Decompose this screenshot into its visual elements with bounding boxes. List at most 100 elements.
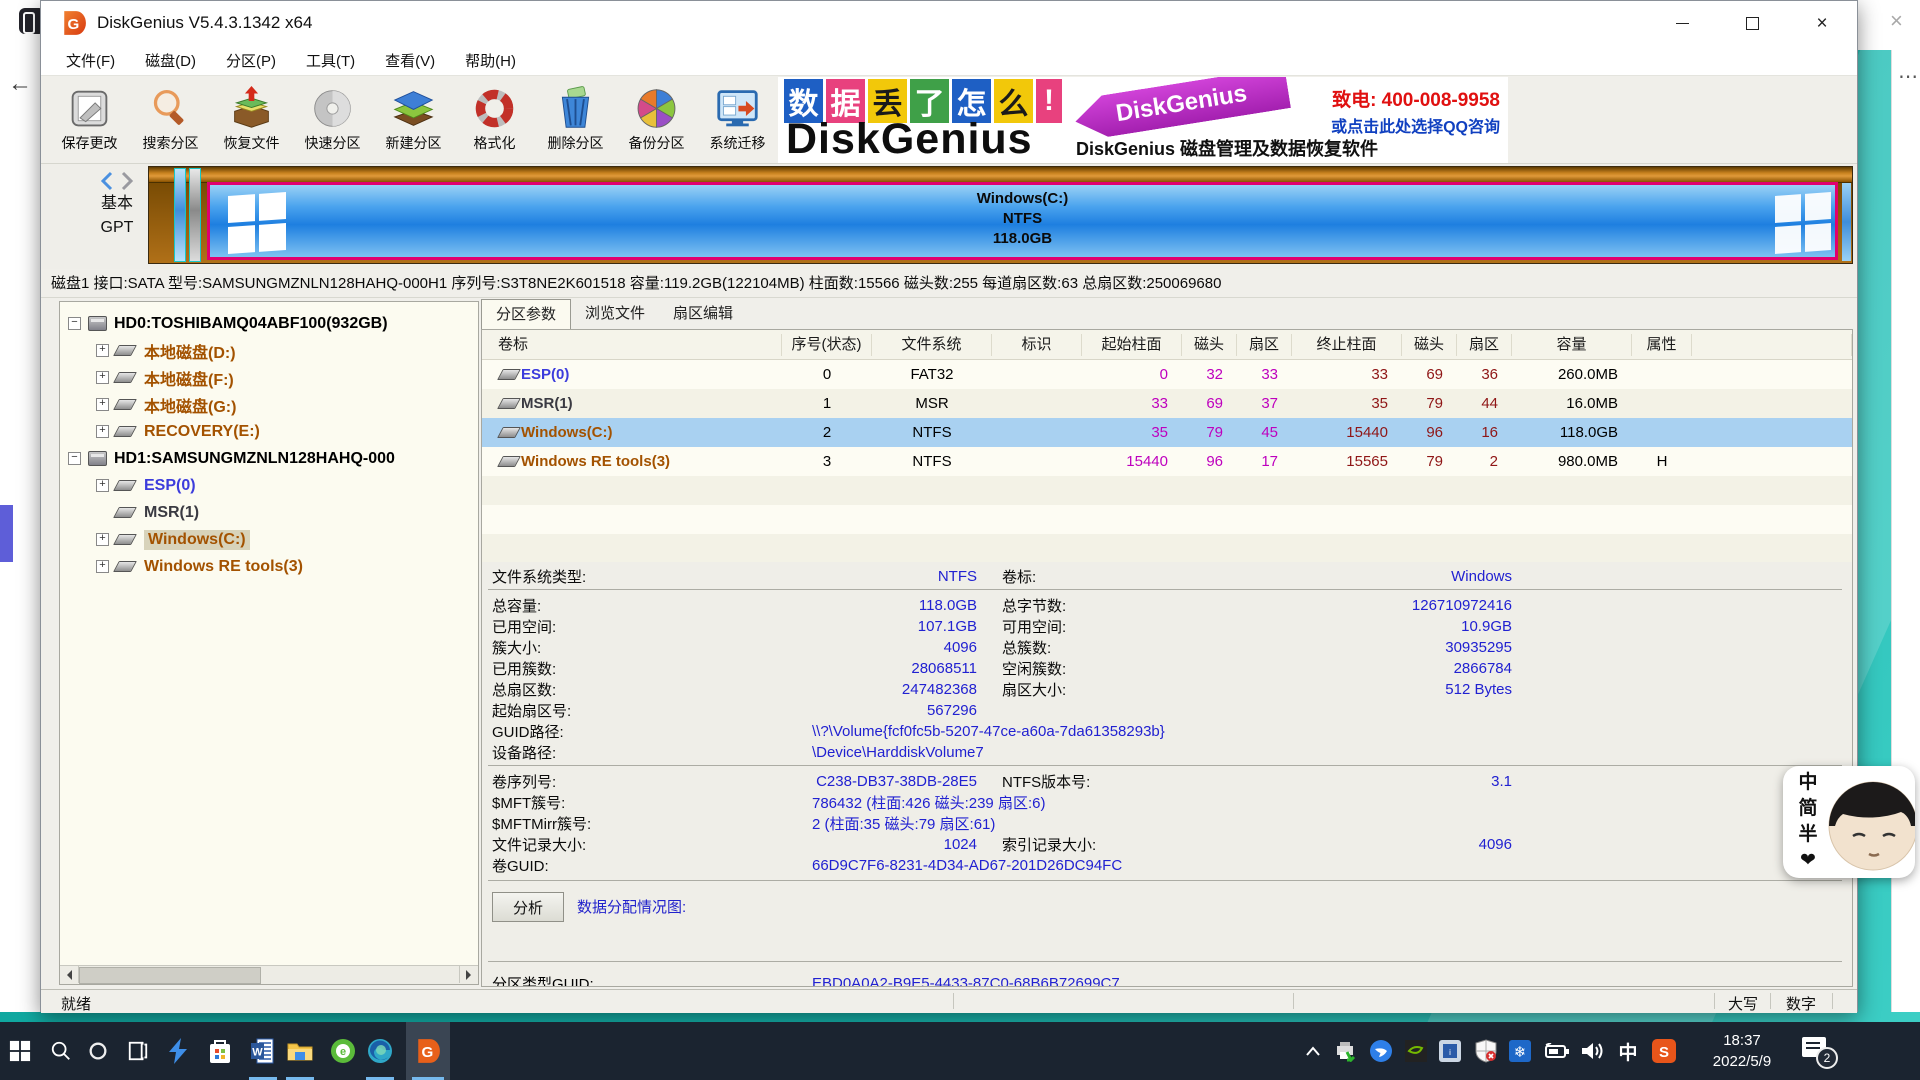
partition-icon [113,426,137,437]
table-row[interactable]: MSR(1) 1MSR 336937 357944 16.0MB [482,389,1852,418]
tray-dingtalk-button[interactable] [1365,1022,1397,1080]
esp-partition-block[interactable] [174,168,186,262]
overflow-menu-icon[interactable]: ⋯ [1898,64,1918,89]
tree-item-local-d[interactable]: 本地磁盘(D:) [60,337,478,364]
file-explorer-button[interactable] [280,1022,320,1080]
ime-status-widget[interactable]: 中 简 半 ❤ [1783,766,1915,878]
next-disk-icon[interactable] [119,170,135,192]
microsoft-store-button[interactable] [200,1022,240,1080]
tree-item-windows-re[interactable]: Windows RE tools(3) [60,553,478,580]
ad-banner[interactable]: 数 据 丢 了 怎 么 ! DiskGenius DiskGenius 致电: … [778,77,1508,163]
collapse-icon[interactable] [68,452,81,465]
background-close-icon[interactable]: × [1890,8,1903,34]
backup-partition-button[interactable]: 备份分区 [616,78,697,162]
tray-defender-button[interactable] [1470,1022,1502,1080]
quick-partition-button[interactable]: 快速分区 [292,78,373,162]
status-capslock: 大写 [1717,993,1769,1014]
notification-center-button[interactable]: 2 [1802,1037,1832,1063]
ime-mode-simplified[interactable]: 简 [1796,796,1820,822]
tree-item-recovery-e[interactable]: RECOVERY(E:) [60,418,478,445]
tab-sector-edit[interactable]: 扇区编辑 [659,299,747,329]
expand-icon[interactable] [96,533,109,546]
edge-button[interactable] [360,1022,400,1080]
expand-icon[interactable] [96,344,109,357]
ime-mode-chinese[interactable]: 中 [1796,770,1820,796]
task-view-button[interactable] [118,1022,158,1080]
start-button[interactable] [0,1022,40,1080]
store-icon [208,1038,232,1064]
sogou-icon: S [1652,1039,1676,1063]
backup-partition-icon [634,86,679,131]
menu-help[interactable]: 帮助(H) [450,50,531,71]
word-button[interactable]: W [243,1022,283,1080]
taskbar-search-button[interactable] [41,1022,81,1080]
expand-icon[interactable] [96,560,109,573]
delete-partition-button[interactable]: 删除分区 [535,78,616,162]
collapse-icon[interactable] [68,317,81,330]
tray-freeze-button[interactable]: ❄ [1504,1022,1536,1080]
msr-partition-block[interactable] [189,168,201,262]
folder-icon [287,1040,313,1062]
tree-item-esp[interactable]: ESP(0) [60,472,478,499]
ime-heart-icon[interactable]: ❤ [1796,848,1820,874]
tab-partition-params[interactable]: 分区参数 [481,299,571,329]
printer-icon [1334,1040,1358,1062]
windows-c-partition-block[interactable]: Windows(C:) NTFS 118.0GB [207,182,1838,260]
expand-icon[interactable] [96,479,109,492]
intel-graphics-icon: i [1439,1040,1461,1062]
recover-files-button[interactable]: 恢复文件 [211,78,292,162]
expand-icon[interactable] [96,425,109,438]
tree-horizontal-scrollbar[interactable] [60,965,478,984]
analyze-button[interactable]: 分析 [492,892,564,922]
menu-disk[interactable]: 磁盘(D) [130,50,211,71]
menu-tools[interactable]: 工具(T) [291,50,370,71]
search-partition-button[interactable]: 搜索分区 [130,78,211,162]
format-button[interactable]: 格式化 [454,78,535,162]
tray-ime-mode[interactable]: 中 [1612,1022,1644,1080]
flash-center-button[interactable] [158,1022,198,1080]
table-row-selected[interactable]: Windows(C:) 2NTFS 357945 154409616 118.0… [482,418,1852,447]
menu-file[interactable]: 文件(F) [51,50,130,71]
expand-icon[interactable] [96,371,109,384]
tray-printer-button[interactable] [1330,1022,1362,1080]
new-partition-button[interactable]: 新建分区 [373,78,454,162]
save-changes-button[interactable]: 保存更改 [49,78,130,162]
tab-browse-files[interactable]: 浏览文件 [571,299,659,329]
expand-icon[interactable] [96,398,109,411]
close-button[interactable]: × [1787,1,1857,45]
prev-disk-icon[interactable] [99,170,115,192]
minimize-button[interactable] [1647,1,1717,45]
table-row[interactable]: Windows RE tools(3) 3NTFS 154409617 1556… [482,447,1852,476]
system-migration-button[interactable]: 系统迁移 [697,78,778,162]
scroll-left-arrow-icon[interactable] [60,966,79,983]
scroll-right-arrow-icon[interactable] [459,966,478,983]
menu-partition[interactable]: 分区(P) [211,50,291,71]
cortana-button[interactable] [78,1022,118,1080]
tree-item-hd1[interactable]: HD1:SAMSUNGMZNLN128HAHQ-000 [60,445,478,472]
diskgenius-taskbar-button[interactable]: G [406,1022,450,1080]
partition-icon [497,398,521,409]
tray-expand-button[interactable] [1297,1022,1329,1080]
tree-item-msr[interactable]: MSR(1) [60,499,478,526]
volume-details: 文件系统类型:NTFS卷标:Windows 总容量:118.0GB总字节数:12… [482,562,1852,986]
menu-view[interactable]: 查看(V) [370,50,450,71]
table-row[interactable]: ESP(0) 0FAT32 03233 336936 260.0MB [482,360,1852,389]
tree-item-local-g[interactable]: 本地磁盘(G:) [60,391,478,418]
format-label: 格式化 [474,133,516,153]
taskbar-clock[interactable]: 18:37 2022/5/9 [1692,1030,1792,1072]
quick-partition-label: 快速分区 [305,133,361,153]
tree-item-local-f[interactable]: 本地磁盘(F:) [60,364,478,391]
tray-nvidia-button[interactable] [1400,1022,1432,1080]
browser-360-button[interactable]: e [323,1022,363,1080]
tray-intel-button[interactable]: i [1434,1022,1466,1080]
tree-item-hd0[interactable]: HD0:TOSHIBAMQ04ABF100(932GB) [60,310,478,337]
banner-qq-link[interactable]: 或点击此处选择QQ咨询 [1331,113,1500,137]
tree-item-windows-c[interactable]: Windows(C:) [60,526,478,553]
tray-sogou-button[interactable]: S [1648,1022,1680,1080]
scrollbar-thumb[interactable] [79,967,261,984]
tray-volume-button[interactable] [1576,1022,1608,1080]
tray-power-button[interactable] [1540,1022,1572,1080]
maximize-button[interactable] [1717,1,1787,45]
back-arrow-icon[interactable]: ← [8,70,32,98]
ime-mode-halfwidth[interactable]: 半 [1796,822,1820,848]
